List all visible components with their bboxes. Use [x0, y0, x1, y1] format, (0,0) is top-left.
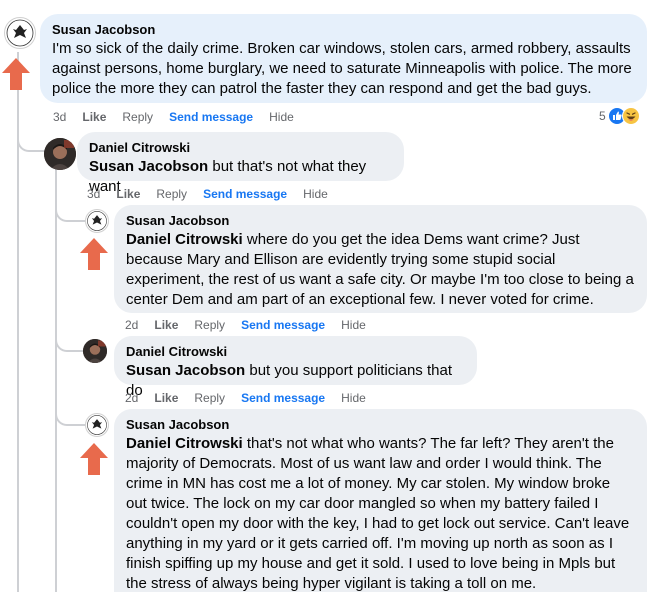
mention-link[interactable]: Susan Jacobson — [126, 362, 245, 379]
thread-elbow — [55, 200, 85, 222]
comment-time[interactable]: 2d — [125, 317, 138, 333]
comment-bubble: Susan Jacobson Daniel Citrowski that's n… — [114, 409, 647, 592]
comment-text-body: that's not what who wants? The far left?… — [126, 435, 630, 592]
comment-actions: 2d Like Reply Send message Hide — [125, 317, 366, 333]
comment-bubble: Daniel Citrowski Susan Jacobson but you … — [114, 336, 477, 399]
mention-link[interactable]: Daniel Citrowski — [126, 435, 243, 452]
comment-actions: 3d Like Reply Send message Hide — [53, 109, 294, 125]
like-button[interactable]: Like — [154, 390, 178, 406]
comment-actions: 2d Like Reply Send message Hide — [125, 390, 366, 406]
send-message-button[interactable]: Send message — [169, 109, 253, 125]
comment-text: Daniel Citrowski where do you get the id… — [126, 230, 635, 310]
arrow-up-icon — [80, 238, 108, 270]
comment-author[interactable]: Daniel Citrowski — [89, 140, 392, 156]
comment-bubble: Susan Jacobson Daniel Citrowski where do… — [114, 205, 647, 313]
like-button[interactable]: Like — [154, 317, 178, 333]
avatar[interactable] — [83, 339, 107, 363]
comment-author[interactable]: Susan Jacobson — [126, 213, 635, 229]
like-button[interactable]: Like — [116, 186, 140, 202]
reply-button[interactable]: Reply — [194, 317, 225, 333]
reaction-summary[interactable]: 5 — [599, 107, 640, 125]
comment-actions: 3d Like Reply Send message Hide — [87, 186, 328, 202]
comment-time[interactable]: 3d — [87, 186, 100, 202]
hide-button[interactable]: Hide — [341, 317, 366, 333]
arrow-up-icon — [80, 443, 108, 475]
comment-bubble: Daniel Citrowski Susan Jacobson but that… — [77, 132, 404, 195]
hide-button[interactable]: Hide — [303, 186, 328, 202]
thread-line-nested — [55, 166, 57, 592]
send-message-button[interactable]: Send message — [241, 390, 325, 406]
avatar[interactable] — [4, 17, 36, 49]
reply-button[interactable]: Reply — [156, 186, 187, 202]
thread-elbow — [55, 330, 85, 352]
avatar[interactable] — [85, 209, 109, 233]
reply-button[interactable]: Reply — [122, 109, 153, 125]
hide-button[interactable]: Hide — [269, 109, 294, 125]
like-button[interactable]: Like — [82, 109, 106, 125]
comment-bubble: Susan Jacobson I'm so sick of the daily … — [40, 14, 647, 103]
arrow-up-icon — [2, 58, 30, 90]
comment-author[interactable]: Daniel Citrowski — [126, 344, 465, 360]
comment-time[interactable]: 3d — [53, 109, 66, 125]
send-message-button[interactable]: Send message — [241, 317, 325, 333]
mention-link[interactable]: Susan Jacobson — [89, 158, 208, 175]
mention-link[interactable]: Daniel Citrowski — [126, 231, 243, 248]
reply-button[interactable]: Reply — [194, 390, 225, 406]
laugh-emoji-icon — [621, 107, 640, 125]
comment-time[interactable]: 2d — [125, 390, 138, 406]
comment-author[interactable]: Susan Jacobson — [52, 22, 635, 38]
send-message-button[interactable]: Send message — [203, 186, 287, 202]
comment-text: I'm so sick of the daily crime. Broken c… — [52, 39, 635, 99]
thread-elbow — [17, 128, 47, 152]
comment-author[interactable]: Susan Jacobson — [126, 417, 635, 433]
thread-elbow — [55, 402, 85, 426]
comment-text: Daniel Citrowski that's not what who wan… — [126, 434, 635, 594]
avatar[interactable] — [44, 138, 76, 170]
avatar[interactable] — [85, 413, 109, 437]
comment-text-body: I'm so sick of the daily crime. Broken c… — [52, 40, 632, 97]
reaction-count: 5 — [599, 109, 606, 123]
hide-button[interactable]: Hide — [341, 390, 366, 406]
